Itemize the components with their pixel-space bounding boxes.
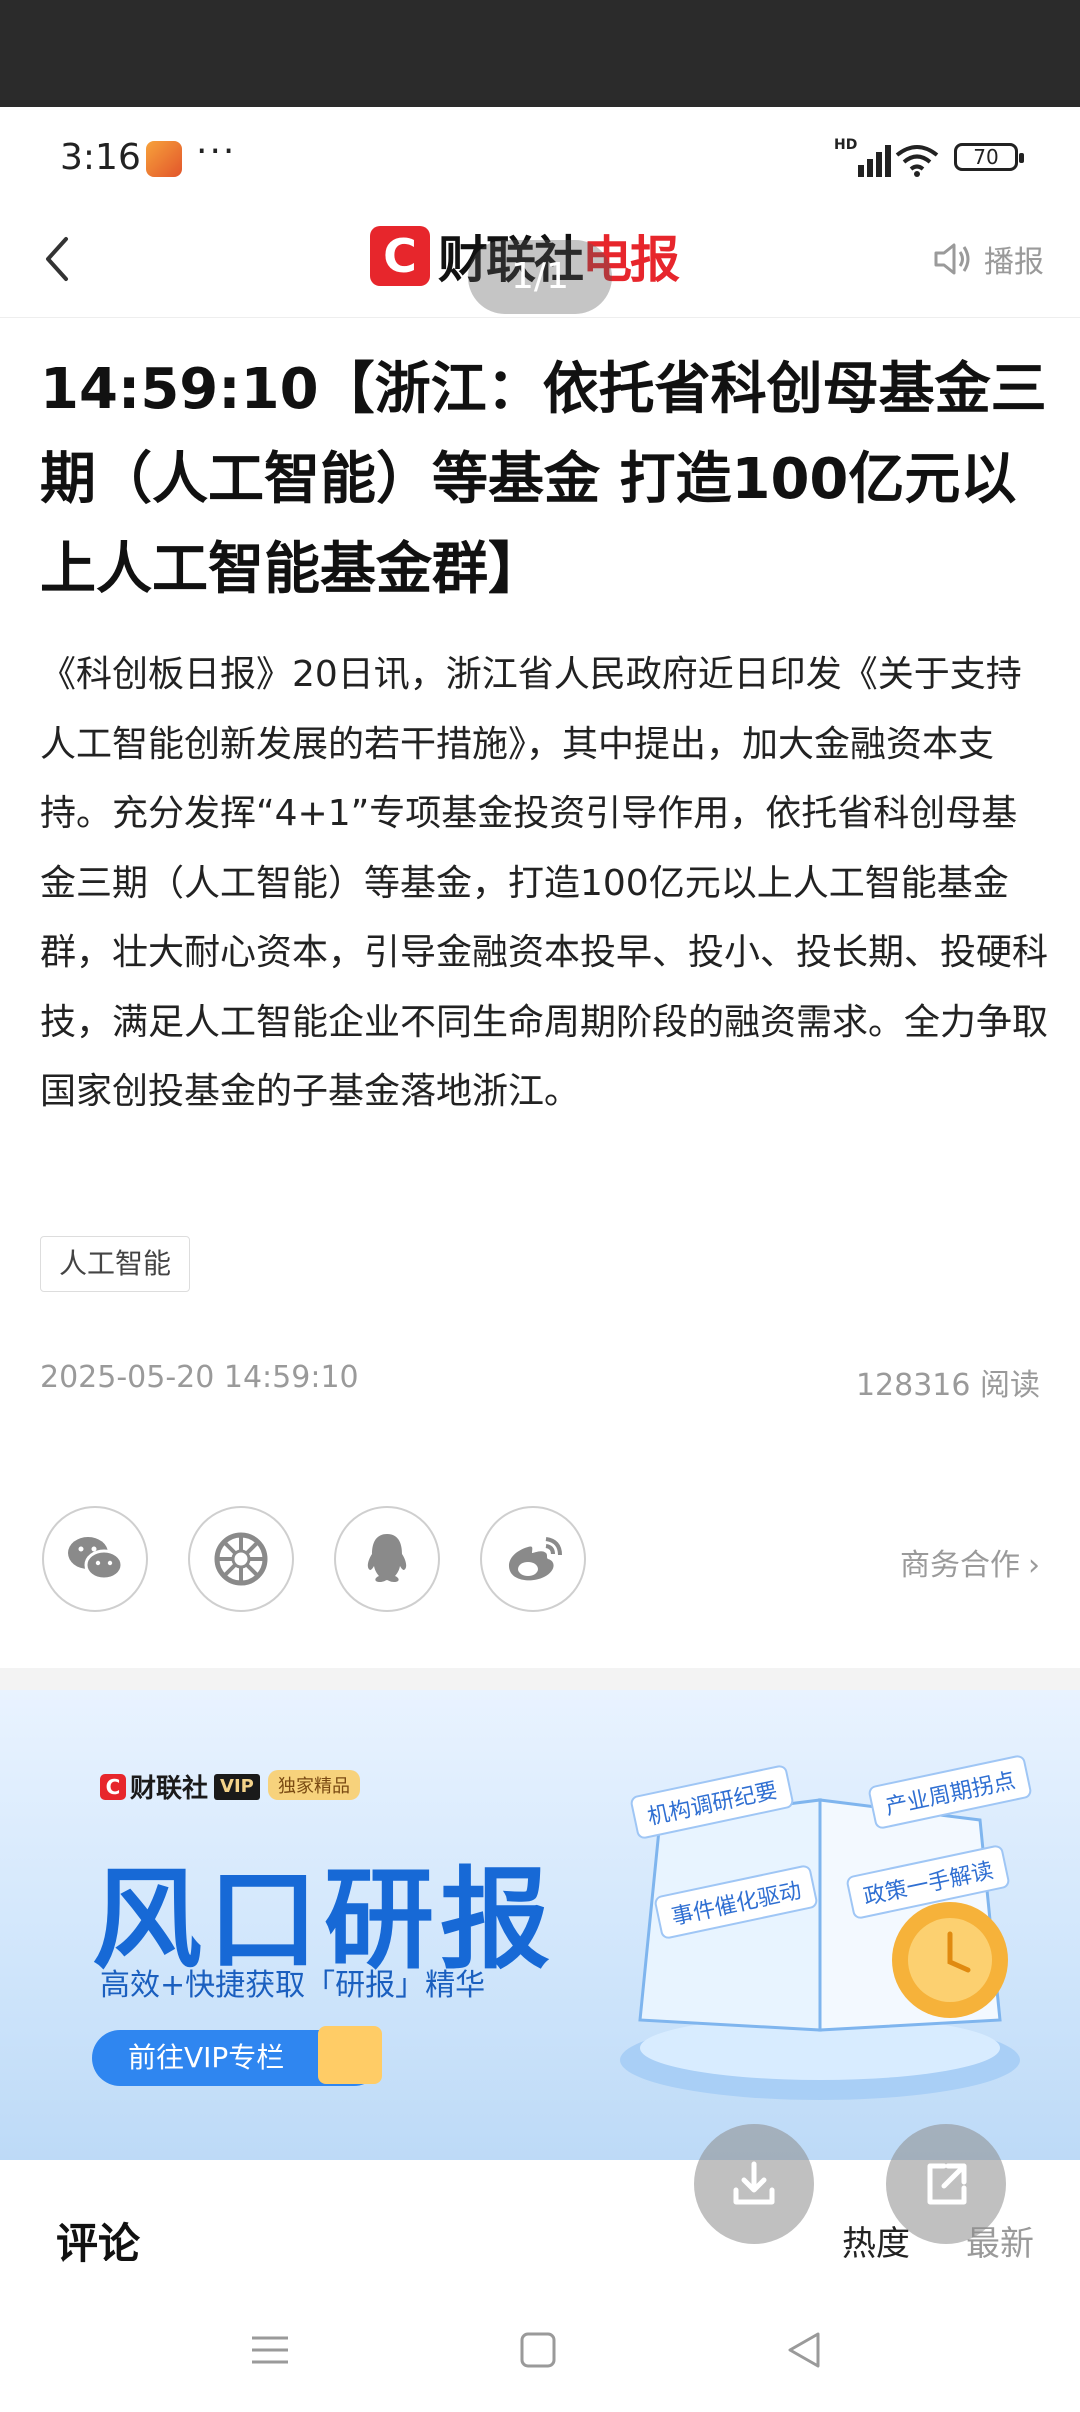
notification-app-icon bbox=[146, 141, 182, 177]
menu-icon[interactable] bbox=[250, 2330, 290, 2370]
home-icon[interactable] bbox=[518, 2330, 558, 2370]
qq-icon bbox=[367, 1534, 407, 1582]
weibo-icon bbox=[508, 1537, 562, 1581]
wifi-icon bbox=[895, 145, 939, 177]
publish-datetime: 2025-05-20 14:59:10 bbox=[40, 1360, 359, 1395]
speaker-icon bbox=[934, 243, 970, 275]
share-out-icon bbox=[927, 2163, 967, 2205]
chevron-right-icon: › bbox=[1028, 1548, 1040, 1583]
article-body: 《科创板日报》20日讯，浙江省人民政府近日印发《关于支持人工智能创新发展的若干措… bbox=[40, 654, 1049, 1112]
section-divider bbox=[0, 1668, 1080, 1690]
banner-subtitle: 高效+快捷获取「研报」精华 bbox=[100, 1968, 486, 2003]
share-qq-button[interactable] bbox=[334, 1506, 440, 1612]
cell-signal-icon bbox=[858, 145, 891, 177]
banner-logo: C 财联社 VIP bbox=[100, 1768, 260, 1805]
top-dark-bar bbox=[0, 0, 1080, 107]
banner-logo-mark: C bbox=[100, 1773, 126, 1800]
back-arrow-icon[interactable] bbox=[30, 229, 90, 289]
business-label: 商务合作 bbox=[900, 1548, 1020, 1583]
broadcast-label: 播报 bbox=[984, 245, 1044, 280]
logo-mark: C bbox=[370, 226, 430, 286]
envelope-icon bbox=[318, 2026, 382, 2084]
banner-logo-text: 财联社 bbox=[130, 1774, 209, 1804]
moments-icon bbox=[214, 1532, 268, 1586]
vip-research-banner[interactable]: C 财联社 VIP 独家精品 风口研报 高效+快捷获取「研报」精华 前往VIP专… bbox=[0, 1690, 1080, 2160]
comments-title: 评论 bbox=[56, 2219, 141, 2268]
broadcast-button[interactable]: 播报 bbox=[932, 237, 1044, 281]
business-cooperation-link[interactable]: 商务合作 › bbox=[900, 1540, 1040, 1584]
system-navigation-bar bbox=[0, 2300, 1080, 2412]
topic-tag[interactable]: 人工智能 bbox=[40, 1236, 191, 1292]
share-external-button[interactable] bbox=[886, 2124, 1006, 2244]
battery-icon: 70 bbox=[954, 143, 1024, 171]
share-wechat-button[interactable] bbox=[42, 1506, 148, 1612]
back-triangle-icon[interactable] bbox=[784, 2330, 824, 2370]
article-headline: 14:59:10【浙江：依托省科创母基金三期（人工智能）等基金 打造100亿元以… bbox=[40, 357, 1047, 602]
status-time: 3:16 bbox=[60, 137, 141, 178]
share-moments-button[interactable] bbox=[188, 1506, 294, 1612]
download-button[interactable] bbox=[694, 2124, 814, 2244]
status-more: ··· bbox=[196, 131, 237, 172]
status-bar: 3:16 ··· HD 70 bbox=[0, 107, 1080, 207]
page-indicator: 1/1 bbox=[468, 240, 612, 314]
read-count: 128316 阅读 bbox=[855, 1368, 1040, 1403]
vip-badge: VIP bbox=[214, 1773, 260, 1800]
wechat-icon bbox=[68, 1537, 124, 1581]
download-icon bbox=[733, 2161, 775, 2205]
share-weibo-button[interactable] bbox=[480, 1506, 586, 1612]
exclusive-badge: 独家精品 bbox=[268, 1770, 360, 1800]
